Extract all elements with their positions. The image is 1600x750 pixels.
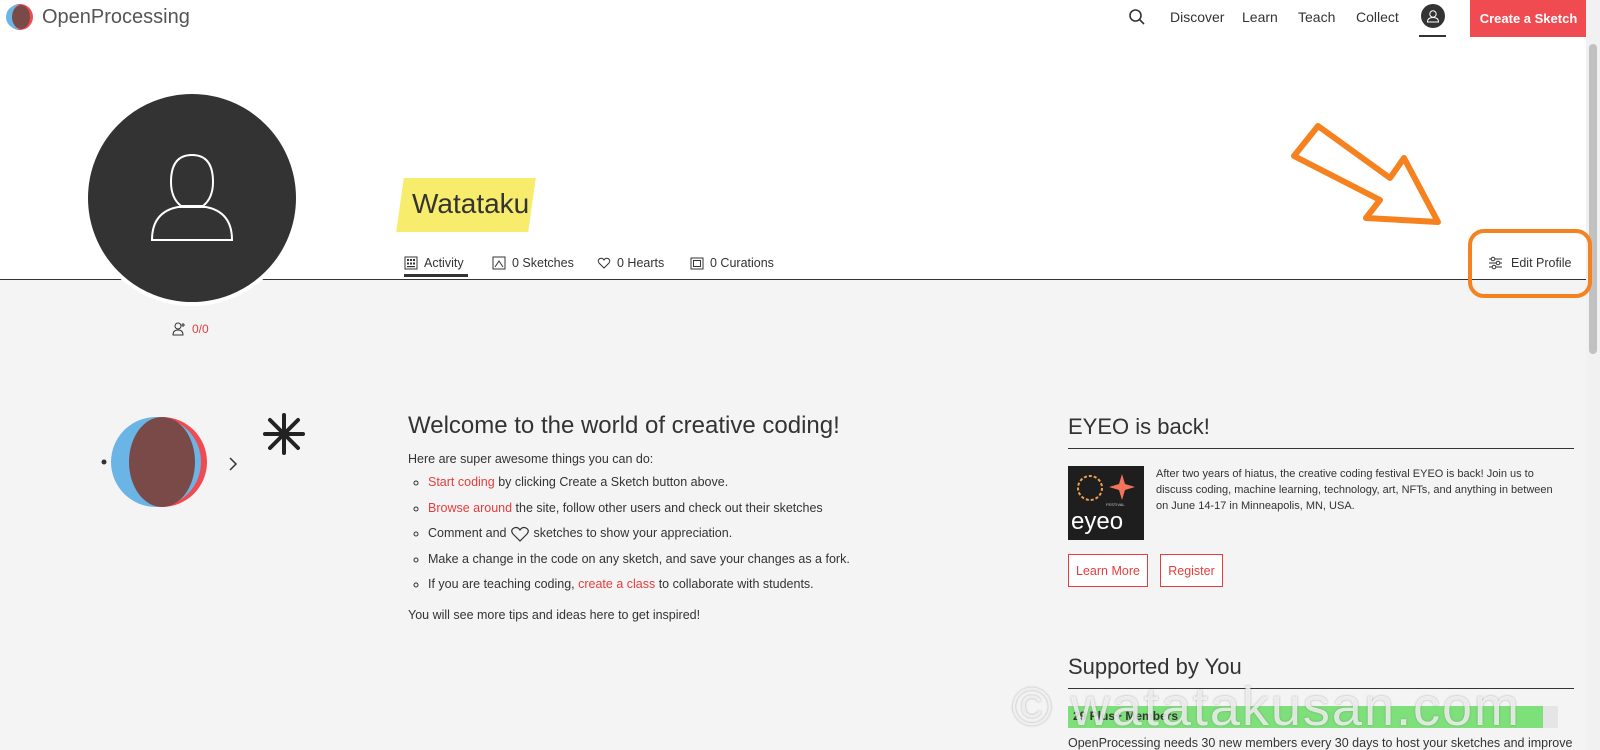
welcome-title: Welcome to the world of creative coding!: [408, 412, 840, 439]
tip-text: If you are teaching coding,: [428, 577, 579, 591]
eyeo-logo-text: eyeo: [1071, 508, 1123, 535]
user-avatar-icon[interactable]: [1421, 4, 1445, 28]
nav-discover[interactable]: Discover: [1170, 9, 1224, 25]
user-silhouette-icon: [150, 153, 234, 241]
list-item: Make a change in the code on any sketch,…: [428, 547, 850, 573]
list-item: Comment and sketches to show your apprec…: [428, 521, 850, 547]
tip-text: to collaborate with students.: [655, 577, 814, 591]
add-user-icon: [172, 322, 185, 336]
follower-count-text: 0/0: [192, 322, 209, 336]
top-navigation: OpenProcessing Discover Learn Teach Coll…: [0, 0, 1600, 38]
tip-text: by clicking Create a Sketch button above…: [494, 475, 729, 489]
tab-curations-label: 0 Curations: [710, 256, 774, 270]
tab-sketches-label: 0 Sketches: [512, 256, 574, 270]
tab-hearts[interactable]: 0 Hearts: [597, 256, 664, 270]
asterisk-icon: [263, 413, 305, 455]
welcome-tips-list: Start coding by clicking Create a Sketch…: [408, 470, 850, 598]
register-button[interactable]: Register: [1160, 554, 1223, 587]
openprocessing-welcome-icon: [101, 417, 207, 507]
search-icon[interactable]: [1128, 8, 1146, 26]
create-sketch-button[interactable]: Create a Sketch: [1470, 0, 1587, 37]
tab-curations[interactable]: 0 Curations: [690, 256, 774, 270]
nav-teach[interactable]: Teach: [1298, 9, 1335, 25]
openprocessing-logo-icon[interactable]: [6, 3, 34, 31]
list-item: If you are teaching coding, create a cla…: [428, 572, 850, 598]
eyeo-logo-image[interactable]: FESTIVAL eyeo: [1068, 466, 1144, 540]
heart-icon: [597, 257, 611, 269]
learn-more-button[interactable]: Learn More: [1068, 554, 1148, 587]
annotation-highlight-box: [1468, 229, 1592, 298]
activity-icon: [404, 256, 418, 270]
eyeo-logo-sub: FESTIVAL: [1106, 502, 1125, 507]
welcome-outro: You will see more tips and ideas here to…: [408, 608, 701, 622]
nav-learn[interactable]: Learn: [1242, 9, 1278, 25]
watermark: © watatakusan.com: [1012, 677, 1522, 737]
follower-count[interactable]: 0/0: [172, 322, 209, 336]
sketch-icon: [492, 256, 506, 270]
eyeo-description: After two years of hiatus, the creative …: [1156, 468, 1553, 512]
welcome-intro: Here are super awesome things you can do…: [408, 452, 654, 466]
tab-hearts-label: 0 Hearts: [617, 256, 665, 270]
app-name[interactable]: OpenProcessing: [42, 6, 190, 29]
list-item: Start coding by clicking Create a Sketch…: [428, 470, 850, 496]
username: Watataku: [412, 188, 530, 219]
next-chevron-icon[interactable]: [228, 456, 238, 472]
tip-text: sketches to show your appreciation.: [529, 526, 733, 540]
tip-text: Comment and: [428, 526, 510, 540]
profile-avatar[interactable]: [84, 90, 300, 306]
nav-collect[interactable]: Collect: [1356, 9, 1399, 25]
tab-activity-label: Activity: [424, 256, 464, 270]
scrollbar-thumb[interactable]: [1589, 44, 1597, 354]
start-coding-link[interactable]: Start coding: [428, 475, 495, 489]
tab-sketches[interactable]: 0 Sketches: [492, 256, 574, 270]
browse-around-link[interactable]: Browse around: [428, 501, 512, 515]
tip-text: Make a change in the code on any sketch,…: [428, 551, 850, 566]
annotation-arrow-icon: [1291, 123, 1441, 225]
tip-text: the site, follow other users and check o…: [512, 500, 823, 515]
eyeo-logo-icon: FESTIVAL eyeo: [1071, 474, 1135, 535]
active-tab-underline: [404, 274, 468, 277]
eyeo-title: EYEO is back!: [1068, 414, 1210, 439]
heart-icon: [511, 526, 529, 542]
tab-activity[interactable]: Activity: [404, 256, 464, 270]
active-indicator: [1419, 35, 1446, 37]
create-class-link[interactable]: create a class: [578, 577, 655, 591]
eyeo-divider: [1068, 448, 1574, 449]
supported-description: OpenProcessing needs 30 new members ever…: [1068, 736, 1573, 750]
list-item: Browse around the site, follow other use…: [428, 496, 850, 522]
curation-icon: [690, 257, 704, 270]
